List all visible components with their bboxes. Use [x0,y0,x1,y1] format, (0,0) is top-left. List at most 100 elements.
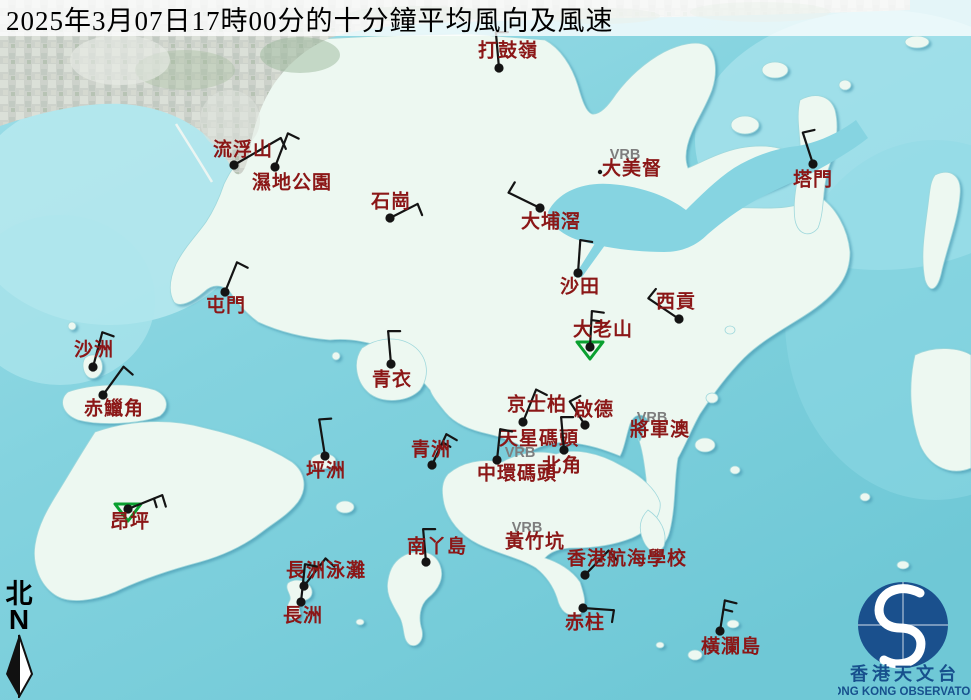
map-title: 2025年3月07日17時00分的十分鐘平均風向及風速 [0,0,614,38]
title-band: 2025年3月07日17時00分的十分鐘平均風向及風速 [0,0,971,36]
station-tseung-kwan-o: VRB將軍澳 [630,410,690,441]
station-green-island: 青洲 [411,434,457,469]
station-label: 塔門 [793,167,833,190]
station-label: 石崗 [370,189,411,212]
station-label: 橫瀾島 [701,634,761,657]
station-wong-chuk-hang: VRB黃竹坑 [505,520,565,553]
station-tai-mei-tuk: VRB大美督 [598,147,662,180]
wind-barb-staff [509,193,540,208]
station-dot [674,314,683,323]
station-ta-kwu-ling: 打鼓嶺 [478,32,538,72]
station-label: 青衣 [372,367,412,390]
station-dot [270,162,279,171]
station-tates-cairn: 大老山 [573,311,633,359]
station-label: 南丫島 [407,534,467,557]
station-dot [585,342,594,351]
station-label: 流浮山 [213,137,273,160]
station-label: 長洲泳灘 [286,558,366,581]
station-hk-sea-school: 香港航海學校 [566,546,687,579]
station-label: 打鼓嶺 [478,38,538,61]
wind-barb-feather [418,204,422,215]
station-label: 大老山 [573,317,633,340]
wind-map: 打鼓嶺流浮山濕地公園石崗 VRB大美督大埔滘 塔門屯門 沙田西貢沙洲 大老山赤鱲角 青衣京… [0,0,971,700]
wind-barb-staff [103,367,124,395]
station-ngong-ping: 昂坪 [110,495,166,532]
station-lamma-island: 南丫島 [407,529,467,566]
station-waglan-island: 橫瀾島 [701,600,761,657]
wind-barb-staff [583,608,614,610]
wind-barb-feather [162,495,166,506]
station-label: 屯門 [206,293,246,316]
station-label: 沙洲 [74,338,114,360]
station-label: 京士柏 [507,392,567,415]
station-dot [559,445,568,454]
wind-barb-staff [803,133,813,164]
station-label: 北角 [542,453,582,476]
wind-barb-feather [612,610,614,622]
station-tai-po-kau: 大埔滘 [509,182,581,232]
station-label: 長洲 [283,604,323,626]
station-stanley: 赤柱 [565,603,614,633]
wind-barb-feather [288,133,299,138]
station-label: 昂坪 [110,510,150,532]
station-dot [578,603,587,612]
station-sha-tin: 沙田 [560,240,600,297]
station-dot [229,160,238,169]
wind-barb-feather [154,499,157,508]
wind-barb-staff [388,331,391,364]
wind-barb-feather [580,240,592,242]
north-arrow-icon [3,634,35,698]
wind-barb-staff [720,600,725,631]
wind-barb-feather [124,367,133,375]
wind-barb-staff [578,240,580,273]
station-label: 青洲 [411,438,451,460]
station-tap-mun: 塔門 [793,130,833,190]
station-cheung-chau-beach: 長洲泳灘 [286,558,366,590]
station-label: 赤柱 [565,610,605,633]
wind-barb-feather [319,419,331,420]
wind-barb-feather [592,311,604,313]
wind-barb-feather [725,600,737,603]
wind-barb-feather [237,262,248,267]
stations-layer: 打鼓嶺流浮山濕地公園石崗 VRB大美督大埔滘 塔門屯門 沙田西貢沙洲 大老山赤鱲角 青衣京… [0,0,971,700]
station-label: 黃竹坑 [505,529,565,552]
wind-barb-staff [319,419,325,456]
station-label: 坪洲 [306,459,346,481]
station-label: 濕地公園 [252,170,332,193]
station-shek-kong: 石崗 [370,189,422,222]
station-label: 香港航海學校 [566,546,687,569]
station-dot [580,420,589,429]
north-label-latin: N [9,606,29,634]
station-kings-park: 京士柏 [507,390,567,427]
station-sha-chau: 沙洲 [74,332,114,371]
station-sai-kung: 西貢 [648,289,696,324]
station-dot [421,557,430,566]
station-dot [88,362,97,371]
station-dot [580,570,589,579]
station-tuen-mun: 屯門 [206,262,248,316]
station-label: 赤鱲角 [84,396,144,419]
wind-barb-staff [225,262,237,292]
wind-barb-feather [509,182,515,192]
station-label: 西貢 [656,290,696,312]
station-dot [715,626,724,635]
station-kai-tak: 啟德 [570,396,614,430]
station-dot [518,417,527,426]
hko-name-latin: HONG KONG OBSERVATORY [838,686,971,698]
station-dot [494,63,503,72]
wind-barb-feather [723,609,732,611]
wind-barb-feather [102,332,113,336]
hko-logo: 香港天文台 HONG KONG OBSERVATORY [838,576,971,700]
station-peng-chau: 坪洲 [306,419,346,482]
station-label: 將軍澳 [630,417,690,440]
wind-barb-feather [803,130,815,133]
station-dot [320,451,329,460]
station-dot [808,159,817,168]
station-label: 沙田 [560,275,600,297]
station-chek-lap-kok: 赤鱲角 [84,367,144,420]
station-label: 大埔滘 [521,209,581,232]
station-tsing-yi: 青衣 [372,331,412,390]
station-label: 大美督 [602,156,662,179]
north-indicator: 北 N [2,581,36,698]
station-dot [385,213,394,222]
